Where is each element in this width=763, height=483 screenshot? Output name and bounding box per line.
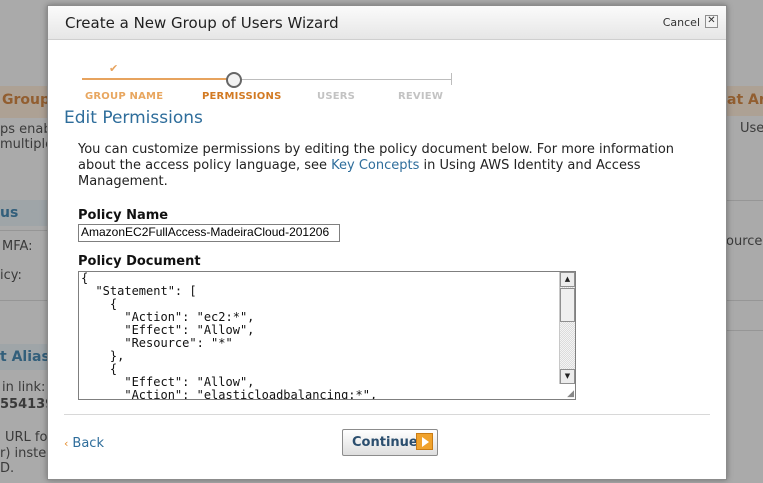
resize-grip-icon[interactable]: ◢	[567, 389, 574, 399]
scroll-down-icon[interactable]: ▼	[560, 369, 575, 384]
intro-text: You can customize permissions by editing…	[78, 142, 688, 190]
step-review: REVIEW	[398, 91, 444, 102]
policy-scrollbar[interactable]: ▲ ▼	[559, 272, 575, 384]
step-permissions: PERMISSIONS	[202, 91, 282, 102]
back-label: Back	[72, 436, 104, 451]
progress-track-done	[82, 78, 230, 80]
back-button[interactable]: ‹ Back	[64, 436, 104, 451]
dialog-header: Create a New Group of Users Wizard Cance…	[48, 6, 726, 40]
section-title: Edit Permissions	[64, 108, 203, 128]
step-users: USERS	[317, 91, 356, 102]
scroll-up-icon[interactable]: ▲	[560, 272, 575, 287]
continue-button[interactable]: Continue	[342, 429, 438, 456]
checkmark-icon: ✔	[109, 62, 119, 75]
footer-divider	[64, 414, 710, 415]
progress-track-end	[451, 73, 452, 85]
continue-label: Continue	[352, 435, 418, 450]
policy-name-label: Policy Name	[78, 208, 169, 223]
scroll-thumb[interactable]	[560, 288, 575, 322]
policy-name-input[interactable]: AmazonEC2FullAccess-MadeiraCloud-201206	[78, 224, 340, 242]
wizard-dialog: Create a New Group of Users Wizard Cance…	[47, 5, 727, 480]
policy-document-textarea[interactable]: { "Statement": [ { "Action": "ec2:*", "E…	[78, 271, 576, 400]
wizard-progress: ✔ GROUP NAME PERMISSIONS USERS REVIEW	[82, 62, 462, 109]
current-step-indicator	[226, 72, 242, 88]
key-concepts-link[interactable]: Key Concepts	[331, 158, 419, 173]
step-group-name: GROUP NAME	[85, 91, 164, 102]
policy-document-label: Policy Document	[78, 254, 201, 269]
policy-document-text[interactable]: { "Statement": [ { "Action": "ec2:*", "E…	[81, 272, 377, 399]
cancel-link[interactable]: Cancel	[663, 16, 700, 29]
progress-track-remaining	[240, 79, 452, 80]
chevron-left-icon: ‹	[64, 437, 69, 450]
dialog-title: Create a New Group of Users Wizard	[65, 14, 339, 32]
close-icon[interactable]: ✕	[705, 15, 718, 28]
arrow-right-icon	[416, 433, 433, 450]
